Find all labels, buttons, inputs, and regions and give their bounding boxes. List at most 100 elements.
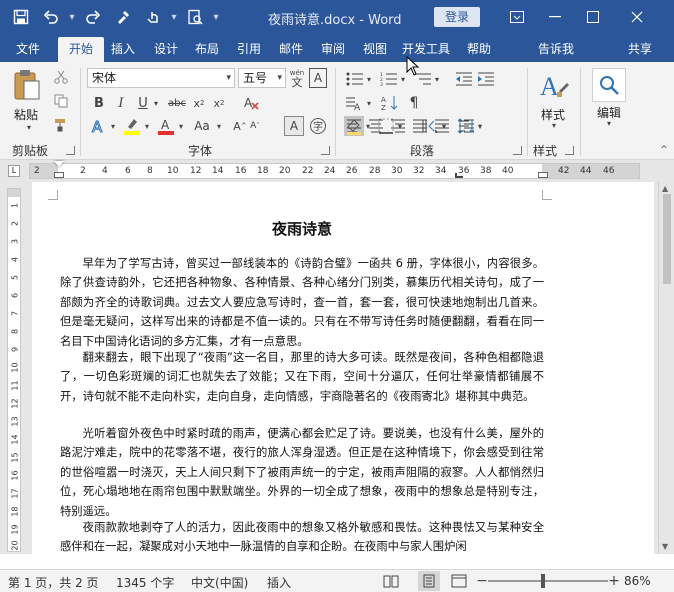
scroll-down-icon[interactable]: ▼ <box>662 542 668 551</box>
web-layout-icon[interactable] <box>450 573 468 589</box>
paste-dropdown-icon[interactable]: ▾ <box>24 122 34 132</box>
phonetic-guide-icon[interactable]: wén 文 <box>288 68 306 88</box>
copy-icon[interactable] <box>52 92 70 110</box>
login-button[interactable]: 登录 <box>434 7 480 27</box>
strikethrough-icon[interactable]: abc <box>166 94 188 112</box>
paste-icon[interactable] <box>10 68 44 102</box>
highlight-dropdown-icon[interactable]: ▾ <box>142 118 152 134</box>
clipboard-launcher-icon[interactable] <box>66 146 75 155</box>
chevron-down-icon[interactable]: ▾ <box>226 69 231 87</box>
text-effects-icon[interactable]: A <box>88 116 108 136</box>
change-case-icon[interactable]: Aa <box>190 116 214 136</box>
undo-icon[interactable] <box>38 6 64 28</box>
sort-text-dropdown-icon[interactable]: ▾ <box>476 118 484 134</box>
vertical-scrollbar[interactable]: ▲ ▼ <box>658 182 674 554</box>
chinese-layout-icon[interactable]: A <box>344 94 364 112</box>
styles-dropdown-icon[interactable]: ▾ <box>549 120 559 130</box>
styles-icon[interactable]: A <box>536 68 572 104</box>
underline-icon[interactable]: U <box>134 94 152 112</box>
enclose-char-icon[interactable]: 字 <box>308 116 328 136</box>
tell-me-search[interactable]: 告诉我 <box>530 37 582 62</box>
borders-dropdown-icon[interactable]: ▾ <box>396 118 404 134</box>
zoom-slider-thumb[interactable] <box>541 574 545 588</box>
font-color-icon[interactable]: A <box>156 116 176 136</box>
close-icon[interactable] <box>618 0 656 34</box>
format-painter-brush-icon[interactable] <box>52 116 70 134</box>
page-count[interactable]: 第 1 页，共 2 页 <box>8 574 99 591</box>
shading-dropdown-icon[interactable]: ▾ <box>364 118 372 134</box>
scrollbar-thumb[interactable] <box>663 194 671 284</box>
styles-launcher-icon[interactable] <box>565 146 574 155</box>
editing-dropdown-icon[interactable]: ▾ <box>604 118 614 128</box>
right-indent-marker[interactable] <box>538 172 548 178</box>
superscript-icon[interactable]: x2 <box>210 94 228 112</box>
tab-home[interactable]: 开始 <box>58 37 104 62</box>
multilevel-dropdown-icon[interactable]: ▾ <box>433 72 441 86</box>
undo-dropdown-icon[interactable]: ▾ <box>68 6 76 28</box>
paragraph-launcher-icon[interactable] <box>513 146 522 155</box>
cut-icon[interactable] <box>52 68 70 86</box>
font-name-combo[interactable]: 宋体 ▾ <box>87 68 235 88</box>
highlight-color-icon[interactable] <box>122 116 142 136</box>
zoom-out-icon[interactable]: − <box>476 573 488 589</box>
tab-help[interactable]: 帮助 <box>460 37 498 62</box>
chinese-layout-dropdown-icon[interactable]: ▾ <box>365 96 373 110</box>
asian-layout-dropdown-icon[interactable]: ▾ <box>440 118 448 134</box>
italic-icon[interactable]: I <box>112 94 130 112</box>
save-icon[interactable] <box>8 6 34 28</box>
touch-dropdown-icon[interactable]: ▾ <box>170 6 178 28</box>
font-launcher-icon[interactable] <box>321 146 330 155</box>
word-count[interactable]: 1345 个字 <box>116 574 174 591</box>
minimize-icon[interactable] <box>536 0 574 34</box>
first-line-indent-marker[interactable] <box>54 161 64 167</box>
borders-icon[interactable] <box>376 116 396 136</box>
sort-icon[interactable]: AZ <box>380 94 400 112</box>
bold-icon[interactable]: B <box>90 94 108 112</box>
touch-mode-icon[interactable] <box>140 6 166 28</box>
language-status[interactable]: 中文(中国) <box>191 574 248 591</box>
restore-icon[interactable] <box>574 0 612 34</box>
insert-mode[interactable]: 插入 <box>267 574 291 591</box>
tab-selector-icon[interactable]: L <box>8 165 20 177</box>
customize-qat-icon[interactable]: ▾ <box>212 6 220 28</box>
ribbon-display-options-icon[interactable] <box>498 0 536 34</box>
format-painter-icon[interactable] <box>110 6 136 28</box>
tab-mailings[interactable]: 邮件 <box>271 37 311 62</box>
chevron-down-icon[interactable]: ▾ <box>277 69 282 87</box>
clear-formatting-icon[interactable]: A <box>240 94 262 112</box>
sort-text-icon[interactable] <box>456 116 476 136</box>
subscript-icon[interactable]: x2 <box>190 94 208 112</box>
increase-indent-icon[interactable] <box>476 70 496 88</box>
horizontal-ruler[interactable]: 2 2 4 6 8 10 12 14 16 18 20 22 24 26 28 … <box>29 161 640 179</box>
zoom-level[interactable]: 86% <box>624 574 651 588</box>
tab-references[interactable]: 引用 <box>229 37 269 62</box>
font-color-dropdown-icon[interactable]: ▾ <box>176 118 186 134</box>
document-page[interactable]: 夜雨诗意 早年为了学写古诗，曾买过一部线装本的《诗韵合璧》一函共 6 册，字体很… <box>32 182 654 554</box>
tab-design[interactable]: 设计 <box>146 37 186 62</box>
tab-file[interactable]: 文件 <box>8 37 48 62</box>
print-layout-icon[interactable] <box>418 571 440 591</box>
text-effects-dropdown-icon[interactable]: ▾ <box>108 118 118 134</box>
zoom-in-icon[interactable]: + <box>608 573 620 589</box>
char-shading-icon[interactable]: A <box>284 116 304 136</box>
zoom-slider[interactable] <box>488 580 608 582</box>
grow-font-icon[interactable]: A ^ <box>233 116 247 136</box>
collapse-ribbon-icon[interactable]: ^ <box>658 144 670 156</box>
tab-review[interactable]: 审阅 <box>313 37 353 62</box>
read-mode-icon[interactable] <box>382 573 400 589</box>
hanging-indent-marker[interactable] <box>54 172 64 178</box>
shrink-font-icon[interactable]: Aˇ <box>248 116 262 136</box>
vertical-ruler[interactable]: 1 2 3 4 5 6 7 8 9 10 11 12 13 14 15 16 1… <box>7 188 21 552</box>
show-marks-icon[interactable]: ¶ <box>404 94 424 112</box>
tab-stop-marker[interactable] <box>455 173 463 178</box>
decrease-indent-icon[interactable] <box>454 70 474 88</box>
char-border-icon[interactable]: A <box>309 68 327 88</box>
bullets-icon[interactable] <box>344 70 366 88</box>
share-button[interactable]: 共享 <box>622 37 658 62</box>
asian-layout-icon[interactable] <box>420 116 440 136</box>
tab-view[interactable]: 视图 <box>355 37 395 62</box>
font-size-combo[interactable]: 五号 ▾ <box>238 68 286 88</box>
search-icon[interactable] <box>592 68 626 102</box>
print-preview-icon[interactable] <box>182 6 208 28</box>
tab-layout[interactable]: 布局 <box>187 37 227 62</box>
